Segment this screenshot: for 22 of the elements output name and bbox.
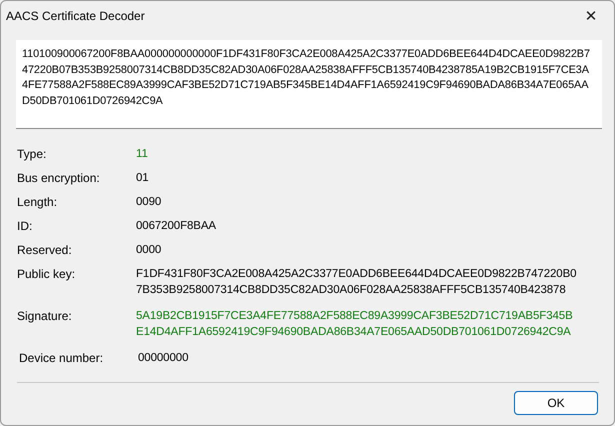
window-title: AACS Certificate Decoder xyxy=(6,9,145,23)
field-value: 00000000 xyxy=(138,351,188,366)
field-value: 5A19B2CB1915F7CE3A4FE77588A2F588EC89A3999CAF3BE52D71C719AB5F345B xyxy=(136,309,573,324)
field-value: 01 xyxy=(136,171,149,186)
field-label: Reserved: xyxy=(17,242,73,258)
field-value: 0000 xyxy=(136,243,162,258)
ok-button[interactable]: OK xyxy=(514,391,598,415)
field-label: Device number: xyxy=(19,350,104,366)
close-button[interactable]: ✕ xyxy=(568,1,614,31)
field-value: 11 xyxy=(136,147,148,162)
field-value: 7B353B9258007314CB8DD35C82AD30A06F028AA25838AFFF5CB135740B423878 xyxy=(136,283,567,298)
field-label: Bus encryption: xyxy=(17,170,101,186)
field-label: Public key: xyxy=(17,266,76,282)
field-label: Length: xyxy=(17,194,58,210)
field-label: Signature: xyxy=(17,308,73,324)
field-value: E14D4AFF1A6592419C9F94690BADA86B34A7E065AAD50DB701061D0726942C9A xyxy=(136,325,572,340)
field-value: F1DF431F80F3CA2E008A425A2C3377E0ADD6BEE644D4DCAEE0D9822B747220B0 xyxy=(136,267,576,282)
field-label: Type: xyxy=(17,146,48,162)
field-value: 0067200F8BAA xyxy=(136,219,216,234)
field-label: ID: xyxy=(17,218,34,234)
certificate-text-field[interactable]: 110100900067200F8BAA000000000000F1DF431F80F3CA2E008A425A2C3377E0ADD6BEE644D4DCAEE0D9822B7 47220B07B353B9258007314CB8DD35C82AD30A06F028AA25838AFFF5CB135740B4238785A19B2CB1915F7CE3A 4FE77588A2F588EC89A3999CAF3BE52D71C719AB5F345BE14D4AFF1A6592419C9F94690BADA86B34A7E065AA D50DB701061D0726942C9A xyxy=(16,40,602,129)
field-value: 0090 xyxy=(136,195,162,210)
